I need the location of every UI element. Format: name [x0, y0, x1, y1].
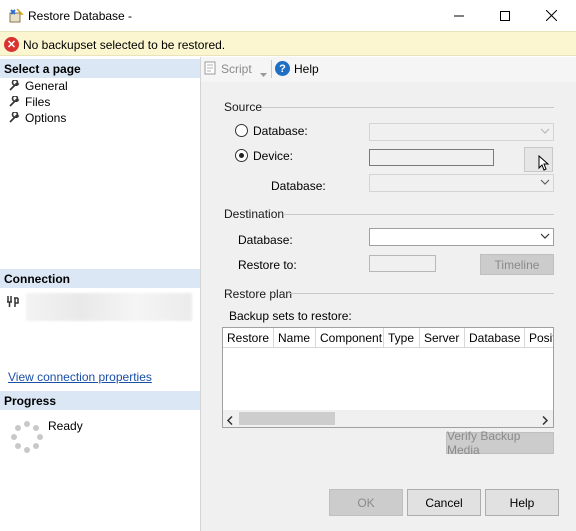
title-bar: Restore Database -: [0, 0, 576, 31]
backup-sets-label: Backup sets to restore:: [229, 309, 352, 323]
horizontal-scrollbar[interactable]: [223, 410, 553, 427]
backup-sets-grid[interactable]: Restore Name Component Type Server Datab…: [222, 327, 554, 428]
source-database-radio[interactable]: [235, 124, 248, 137]
select-page-header: Select a page: [0, 59, 200, 78]
maximize-button[interactable]: [482, 0, 528, 31]
left-navigation-panel: Select a page General Files Options Conn…: [0, 57, 201, 531]
destination-database-combo[interactable]: [369, 228, 554, 246]
minimize-button[interactable]: [436, 0, 482, 31]
error-icon: ✕: [4, 37, 19, 52]
close-button[interactable]: [528, 0, 574, 31]
source-group-line: [262, 107, 554, 108]
view-connection-properties-link[interactable]: View connection properties: [8, 370, 152, 384]
help-button[interactable]: Help: [294, 62, 319, 76]
source-database-combo[interactable]: [369, 123, 554, 141]
ok-button[interactable]: OK: [329, 489, 403, 516]
progress-status: Ready: [48, 419, 83, 433]
progress-header: Progress: [0, 391, 200, 410]
script-dropdown-chevron-icon[interactable]: [260, 66, 267, 80]
restore-database-app-icon: [8, 8, 24, 24]
source-device-radio[interactable]: [235, 149, 248, 162]
script-icon: [204, 61, 217, 75]
chevron-down-icon: [540, 128, 550, 134]
source-device-radio-label: Device:: [253, 149, 294, 163]
page-item-label: Options: [25, 111, 67, 125]
source-database-radio-label: Database:: [253, 124, 308, 138]
column-header-name[interactable]: Name: [274, 328, 316, 347]
page-item-options[interactable]: Options: [8, 110, 66, 126]
column-header-position[interactable]: Posit: [525, 328, 553, 347]
restore-plan-group-title: Restore plan: [224, 287, 293, 301]
connection-info-redacted: [26, 293, 192, 321]
wrench-icon: [9, 96, 20, 107]
connection-header: Connection: [0, 269, 200, 288]
verify-backup-media-button[interactable]: Verify Backup Media: [446, 429, 554, 457]
restore-to-label: Restore to:: [238, 258, 297, 272]
source-database-label: Database:: [271, 179, 326, 193]
help-icon: ?: [275, 61, 290, 76]
toolbar-separator: [271, 60, 272, 78]
scrollbar-thumb[interactable]: [239, 412, 335, 425]
timeline-button[interactable]: Timeline: [480, 254, 554, 275]
destination-database-label: Database:: [238, 233, 293, 247]
grid-header-row: Restore Name Component Type Server Datab…: [223, 328, 553, 348]
script-button[interactable]: Script: [221, 62, 252, 76]
maximize-icon: [500, 10, 510, 21]
help-footer-button[interactable]: Help: [485, 489, 559, 516]
destination-group-line: [283, 214, 554, 215]
source-device-database-combo[interactable]: [369, 174, 554, 192]
scroll-left-icon[interactable]: [226, 414, 234, 428]
page-item-files[interactable]: Files: [8, 94, 50, 110]
wrench-icon: [9, 112, 20, 123]
close-icon: [545, 10, 557, 21]
column-header-server[interactable]: Server: [420, 328, 465, 347]
chevron-down-icon: [540, 179, 550, 185]
column-header-component[interactable]: Component: [316, 328, 384, 347]
scroll-right-icon[interactable]: [541, 414, 549, 428]
destination-group-title: Destination: [224, 207, 285, 221]
window-title: Restore Database -: [28, 9, 133, 23]
error-banner: ✕ No backupset selected to be restored.: [0, 31, 576, 56]
page-item-general[interactable]: General: [8, 78, 68, 94]
column-header-restore[interactable]: Restore: [223, 328, 274, 347]
column-header-type[interactable]: Type: [384, 328, 420, 347]
browse-device-button[interactable]: [524, 147, 553, 172]
progress-spinner-icon: [10, 420, 44, 454]
page-item-label: General: [25, 79, 68, 93]
mouse-cursor-icon: [538, 154, 549, 171]
restore-plan-group-line: [289, 293, 554, 294]
source-group-title: Source: [224, 100, 263, 114]
wrench-icon: [9, 80, 20, 91]
error-message: No backupset selected to be restored.: [23, 38, 226, 52]
column-header-database[interactable]: Database: [465, 328, 525, 347]
cancel-button[interactable]: Cancel: [407, 489, 481, 516]
page-item-label: Files: [25, 95, 51, 109]
chevron-down-icon: [540, 233, 550, 239]
device-path-field[interactable]: [369, 149, 494, 166]
toolbar: Script ? Help: [201, 57, 576, 82]
minimize-icon: [454, 15, 464, 16]
server-connection-icon: [6, 295, 20, 309]
restore-to-field[interactable]: [369, 255, 436, 272]
